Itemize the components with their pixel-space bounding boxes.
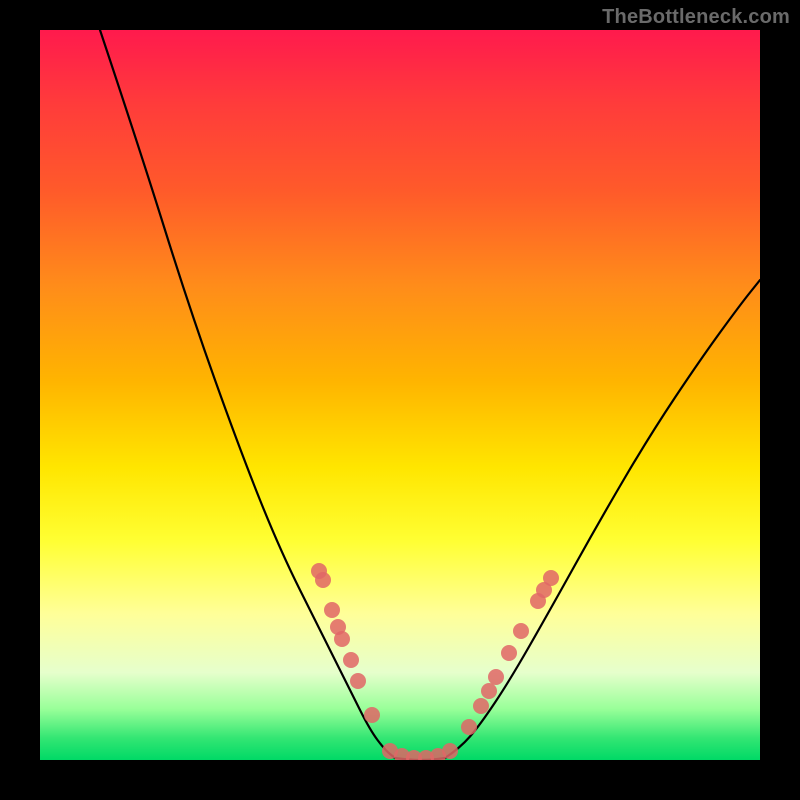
data-marker: [364, 707, 380, 723]
data-marker: [488, 669, 504, 685]
plot-area: [40, 30, 760, 760]
data-marker: [461, 719, 477, 735]
data-marker: [324, 602, 340, 618]
data-marker: [481, 683, 497, 699]
watermark-text: TheBottleneck.com: [602, 6, 790, 29]
data-marker: [513, 623, 529, 639]
data-marker: [501, 645, 517, 661]
data-marker: [473, 698, 489, 714]
curve-left: [100, 30, 395, 758]
data-marker: [315, 572, 331, 588]
data-marker: [543, 570, 559, 586]
data-marker: [334, 631, 350, 647]
data-marker: [350, 673, 366, 689]
chart-frame: TheBottleneck.com: [0, 0, 800, 800]
data-marker: [442, 743, 458, 759]
data-marker: [343, 652, 359, 668]
markers-group: [311, 563, 559, 760]
chart-svg: [40, 30, 760, 760]
